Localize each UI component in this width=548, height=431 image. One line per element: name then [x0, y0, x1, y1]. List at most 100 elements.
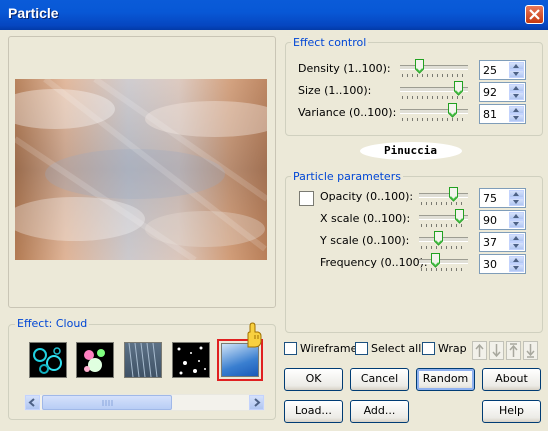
- random-button[interactable]: Random: [416, 368, 475, 391]
- frequency-slider[interactable]: [419, 253, 468, 273]
- size-slider-thumb[interactable]: [454, 81, 463, 96]
- preset-bubbles[interactable]: [29, 342, 67, 378]
- y-scale-slider[interactable]: [419, 231, 468, 251]
- spin-up-icon[interactable]: [509, 256, 524, 264]
- frequency-spinbox[interactable]: 30: [479, 254, 526, 274]
- glow-orbs-thumbnail: [84, 349, 105, 372]
- opacity-slider-ticks: [421, 202, 466, 205]
- size-spinbox[interactable]: 92: [479, 82, 526, 102]
- scroll-thumb[interactable]: [42, 395, 172, 410]
- stars-thumbnail: [177, 346, 206, 375]
- density-slider-thumb[interactable]: [415, 59, 424, 74]
- add-button[interactable]: Add...: [350, 400, 409, 423]
- frequency-label: Frequency (0..100):: [320, 256, 428, 269]
- particle-parameters-legend: Particle parameters: [291, 170, 403, 183]
- preview-image: [15, 79, 267, 260]
- density-value[interactable]: 25: [483, 64, 497, 77]
- y-scale-label: Y scale (0..100):: [320, 234, 410, 247]
- close-button[interactable]: [525, 5, 544, 24]
- opacity-spinbox[interactable]: 75: [479, 188, 526, 208]
- spin-up-icon[interactable]: [509, 62, 524, 70]
- size-spin-arrows[interactable]: [509, 84, 524, 100]
- spin-down-icon[interactable]: [509, 242, 524, 250]
- preset-stars[interactable]: [172, 342, 210, 378]
- move-up-button[interactable]: [472, 341, 487, 360]
- move-bottom-button[interactable]: [523, 341, 538, 360]
- variance-slider-thumb[interactable]: [448, 103, 457, 118]
- preset-rain[interactable]: [124, 342, 162, 378]
- x-scale-slider-ticks: [421, 224, 466, 227]
- arrow-to-bottom-icon: [526, 344, 535, 358]
- frequency-slider-thumb[interactable]: [431, 253, 440, 268]
- density-spin-arrows[interactable]: [509, 62, 524, 78]
- variance-slider-track: [400, 109, 468, 114]
- wrap-checkbox[interactable]: [422, 342, 435, 355]
- scroll-left-icon: [28, 398, 35, 407]
- ok-button[interactable]: OK: [284, 368, 343, 391]
- frequency-spin-arrows[interactable]: [509, 256, 524, 272]
- move-top-button[interactable]: [506, 341, 521, 360]
- opacity-spin-arrows[interactable]: [509, 190, 524, 206]
- spin-up-icon[interactable]: [509, 234, 524, 242]
- spin-down-icon[interactable]: [509, 264, 524, 272]
- effect-presets-legend: Effect: Cloud: [15, 317, 90, 330]
- spin-down-icon[interactable]: [509, 70, 524, 78]
- scroll-right-button[interactable]: [249, 395, 264, 410]
- spin-up-icon[interactable]: [509, 212, 524, 220]
- density-label: Density (1..100):: [298, 62, 391, 75]
- spin-down-icon[interactable]: [509, 220, 524, 228]
- size-slider[interactable]: [400, 81, 468, 101]
- opacity-slider-thumb[interactable]: [449, 187, 458, 202]
- y-scale-spin-arrows[interactable]: [509, 234, 524, 250]
- y-scale-value[interactable]: 37: [483, 236, 497, 249]
- opacity-value[interactable]: 75: [483, 192, 497, 205]
- spin-up-icon[interactable]: [509, 106, 524, 114]
- arrow-down-icon: [492, 344, 501, 358]
- scroll-grip-icon: [102, 400, 113, 406]
- arrow-up-icon: [475, 343, 484, 357]
- y-scale-slider-thumb[interactable]: [434, 231, 443, 246]
- x-scale-slider-thumb[interactable]: [455, 209, 464, 224]
- variance-slider[interactable]: [400, 103, 468, 123]
- move-down-button[interactable]: [489, 341, 504, 360]
- density-spinbox[interactable]: 25: [479, 60, 526, 80]
- preset-glow-orbs[interactable]: [76, 342, 114, 378]
- scroll-left-button[interactable]: [25, 395, 40, 410]
- scroll-right-icon: [254, 398, 261, 407]
- x-scale-slider[interactable]: [419, 209, 468, 229]
- density-slider-ticks: [402, 74, 466, 77]
- select-all-label: Select all: [371, 342, 422, 355]
- y-scale-spinbox[interactable]: 37: [479, 232, 526, 252]
- wrap-label: Wrap: [438, 342, 467, 355]
- spin-down-icon[interactable]: [509, 92, 524, 100]
- spin-down-icon[interactable]: [509, 198, 524, 206]
- load-button[interactable]: Load...: [284, 400, 343, 423]
- x-scale-value[interactable]: 90: [483, 214, 497, 227]
- wireframe-label: Wireframe: [300, 342, 358, 355]
- variance-spin-arrows[interactable]: [509, 106, 524, 122]
- x-scale-spinbox[interactable]: 90: [479, 210, 526, 230]
- variance-spinbox[interactable]: 81: [479, 104, 526, 124]
- frequency-value[interactable]: 30: [483, 258, 497, 271]
- presets-scrollbar[interactable]: [24, 394, 265, 411]
- x-scale-spin-arrows[interactable]: [509, 212, 524, 228]
- bubbles-thumbnail: [33, 347, 62, 374]
- wireframe-checkbox[interactable]: [284, 342, 297, 355]
- about-button[interactable]: About: [482, 368, 541, 391]
- opacity-slider-track: [419, 193, 468, 198]
- opacity-slider[interactable]: [419, 187, 468, 207]
- help-button[interactable]: Help: [482, 400, 541, 423]
- density-slider-track: [400, 65, 468, 70]
- size-value[interactable]: 92: [483, 86, 497, 99]
- density-slider[interactable]: [400, 59, 468, 79]
- cancel-button[interactable]: Cancel: [350, 368, 409, 391]
- spin-up-icon[interactable]: [509, 84, 524, 92]
- spin-down-icon[interactable]: [509, 114, 524, 122]
- effect-control-legend: Effect control: [291, 36, 369, 49]
- pointing-hand-icon: [247, 322, 262, 348]
- opacity-checkbox[interactable]: [299, 191, 314, 206]
- select-all-checkbox[interactable]: [355, 342, 368, 355]
- spin-up-icon[interactable]: [509, 190, 524, 198]
- preset-cloud: [221, 343, 259, 377]
- variance-value[interactable]: 81: [483, 108, 497, 121]
